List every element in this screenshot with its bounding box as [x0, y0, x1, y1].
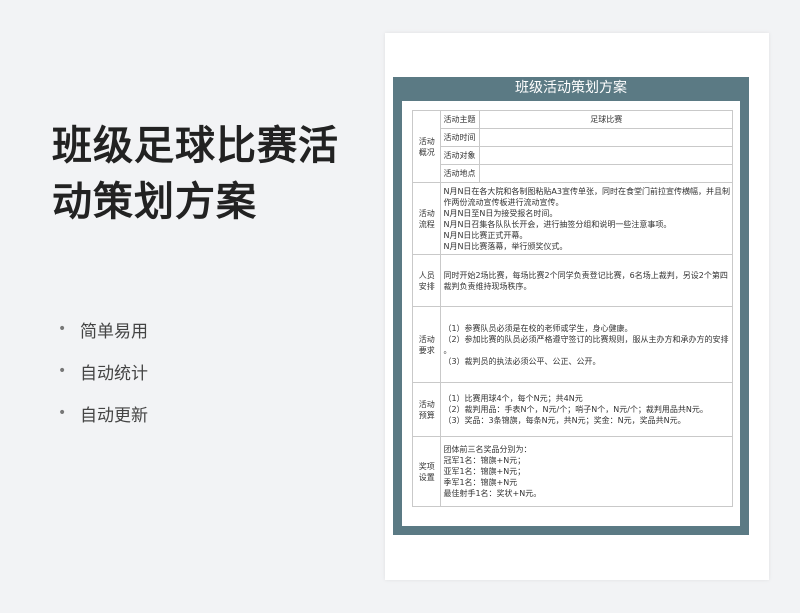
content-line: 同时开始2场比赛，每场比赛2个同学负责登记比赛，6名场上裁判，另设2个第四 — [443, 270, 728, 280]
content-line: （3）奖品：3条锦旗，每条N元，共N元；奖金：N元，奖品共N元。 — [443, 416, 686, 425]
staff-content: 同时开始2场比赛，每场比赛2个同学负责登记比赛，6名场上裁判，另设2个第四 裁判… — [440, 254, 733, 307]
table-row: 活动对象 — [413, 146, 733, 165]
feature-label: 自动统计 — [80, 363, 148, 384]
content-line: 最佳射手1名：奖状+N元。 — [443, 489, 542, 498]
content-line: （1）参赛队员必须是在校的老师或学生，身心健康。 — [443, 323, 633, 333]
content-line: N月N日至N日为接受报名时间。 — [443, 208, 558, 218]
content-line: N月N日在各大院和各制图粘贴A3宣传单张，同时在食堂门前拉宣传横幅，并且制 — [443, 186, 730, 196]
content-line: （2）裁判用品：手表N个，N元/个；哨子N个，N元/个；裁判用品共N元。 — [443, 405, 708, 414]
field-label: 活动对象 — [440, 146, 481, 165]
content-line: 团体前三名奖品分别为： — [443, 445, 532, 454]
content-line: N月N日比赛正式开幕。 — [443, 230, 528, 240]
feature-item: • 自动统计 — [58, 350, 148, 392]
content-line: 冠军1名：锦旗+N元； — [443, 456, 526, 465]
category-staff: 人员安排 — [411, 254, 442, 307]
document-frame: 班级活动策划方案 活动概况 活动主题 足球比赛 活动时间 活动对象 活动地点 活… — [393, 77, 749, 535]
content-line: （2）参加比赛的队员必须严格遵守签订的比赛规则，服从主办方和承办方的安排 — [443, 334, 729, 344]
content-line: N月N日比赛落幕，举行颁奖仪式。 — [443, 241, 568, 251]
promo-title: 班级足球比赛活动策划方案 — [52, 123, 339, 225]
process-content: N月N日在各大院和各制图粘贴A3宣传单张，同时在食堂门前拉宣传横幅，并且制 作两… — [440, 182, 733, 255]
field-value: 足球比赛 — [479, 110, 733, 129]
document-title: 班级活动策划方案 — [515, 80, 627, 96]
table-row: 活动时间 — [413, 128, 733, 147]
bullet-icon: • — [58, 321, 67, 337]
feature-label: 简单易用 — [80, 321, 148, 342]
table-row: 活动概况 活动主题 足球比赛 — [411, 110, 733, 183]
feature-list: • 简单易用 • 自动统计 • 自动更新 — [58, 308, 148, 434]
content-line: N月N日召集各队队长开会，进行抽签分组和说明一些注意事项。 — [443, 219, 672, 229]
field-value — [479, 128, 733, 147]
feature-label: 自动更新 — [80, 405, 148, 426]
table-row: 活动要求 （1）参赛队员必须是在校的老师或学生，身心健康。 （2）参加比赛的队员… — [411, 306, 733, 383]
content-line: 裁判负责维持现场秩序。 — [443, 281, 532, 291]
field-value — [479, 164, 733, 183]
table-row: 人员安排 同时开始2场比赛，每场比赛2个同学负责登记比赛，6名场上裁判，另设2个… — [411, 254, 733, 307]
plan-table: 活动概况 活动主题 足球比赛 活动时间 活动对象 活动地点 活动流程 N月N日在… — [411, 110, 733, 507]
field-label: 活动时间 — [440, 128, 481, 147]
content-line: 。 — [443, 345, 452, 355]
bullet-icon: • — [58, 363, 67, 379]
table-row: 活动预算 （1）比赛用球4个，每个N元；共4N元 （2）裁判用品：手表N个，N元… — [411, 382, 733, 437]
feature-item: • 简单易用 — [58, 308, 148, 350]
field-value — [479, 146, 733, 165]
category-budget: 活动预算 — [411, 382, 442, 437]
content-line: 季军1名：锦旗+N元 — [443, 478, 518, 487]
content-line: （3）裁判员的执法必须公平、公正、公开。 — [443, 356, 601, 366]
awards-content: 团体前三名奖品分别为： 冠军1名：锦旗+N元； 亚军1名：锦旗+N元； 季军1名… — [440, 436, 733, 507]
bullet-icon: • — [58, 405, 67, 421]
content-line: 作两份流动宣传板进行流动宣传。 — [443, 197, 564, 207]
table-row: 奖项设置 团体前三名奖品分别为： 冠军1名：锦旗+N元； 亚军1名：锦旗+N元；… — [411, 436, 733, 507]
field-label: 活动主题 — [440, 110, 481, 129]
category-overview: 活动概况 — [411, 110, 442, 183]
feature-item: • 自动更新 — [58, 392, 148, 434]
category-process: 活动流程 — [411, 182, 442, 255]
table-row: 活动地点 — [413, 164, 733, 183]
table-row: 活动流程 N月N日在各大院和各制图粘贴A3宣传单张，同时在食堂门前拉宣传横幅，并… — [411, 182, 733, 255]
content-line: 亚军1名：锦旗+N元； — [443, 467, 526, 476]
category-awards: 奖项设置 — [411, 436, 442, 507]
document-sheet: 活动概况 活动主题 足球比赛 活动时间 活动对象 活动地点 活动流程 N月N日在… — [402, 101, 740, 526]
category-requirements: 活动要求 — [411, 306, 442, 383]
budget-content: （1）比赛用球4个，每个N元；共4N元 （2）裁判用品：手表N个，N元/个；哨子… — [440, 382, 733, 437]
field-label: 活动地点 — [440, 164, 481, 183]
document-preview: 班级活动策划方案 活动概况 活动主题 足球比赛 活动时间 活动对象 活动地点 活… — [385, 33, 769, 580]
requirements-content: （1）参赛队员必须是在校的老师或学生，身心健康。 （2）参加比赛的队员必须严格遵… — [440, 306, 733, 383]
content-line: （1）比赛用球4个，每个N元；共4N元 — [443, 394, 583, 403]
